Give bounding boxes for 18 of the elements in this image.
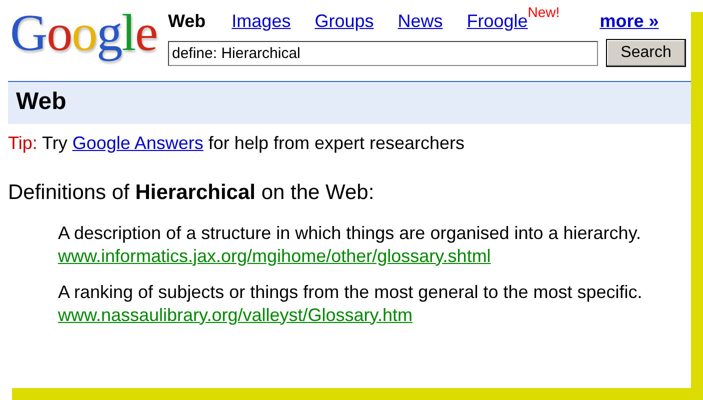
new-label: New! bbox=[528, 3, 560, 22]
source-link[interactable]: www.nassaulibrary.org/valleyst/Glossary.htm bbox=[58, 304, 412, 326]
search-field[interactable]: define: Hierarchical bbox=[168, 40, 598, 66]
nav-tab[interactable]: Web bbox=[168, 11, 206, 31]
definitions-heading: Definitions of Hierarchical on the Web: bbox=[7, 180, 376, 206]
logo: Google bbox=[9, 4, 158, 64]
answers-link[interactable]: Google Answers bbox=[72, 133, 204, 153]
section-title: Web bbox=[8, 81, 691, 124]
nav-tab[interactable]: Images bbox=[232, 11, 291, 31]
definition-text: A description of a structure in which things are organised into a hierarchy. bbox=[58, 222, 642, 244]
search-button[interactable]: Search bbox=[606, 39, 686, 67]
tip-text: Tip: Try Google Answers for help from expert researchers bbox=[7, 132, 466, 155]
nav-tab[interactable]: more » bbox=[600, 11, 659, 31]
nav-tab[interactable]: News bbox=[398, 11, 443, 31]
nav-tab[interactable]: Froogle bbox=[466, 11, 528, 31]
source-link[interactable]: www.informatics.jax.org/mgihome/other/glossary.shtml bbox=[58, 244, 491, 268]
definition-text: A ranking of subjects or things from the most general to the most specific. bbox=[58, 280, 644, 304]
nav-tab[interactable]: Groups bbox=[314, 11, 374, 31]
